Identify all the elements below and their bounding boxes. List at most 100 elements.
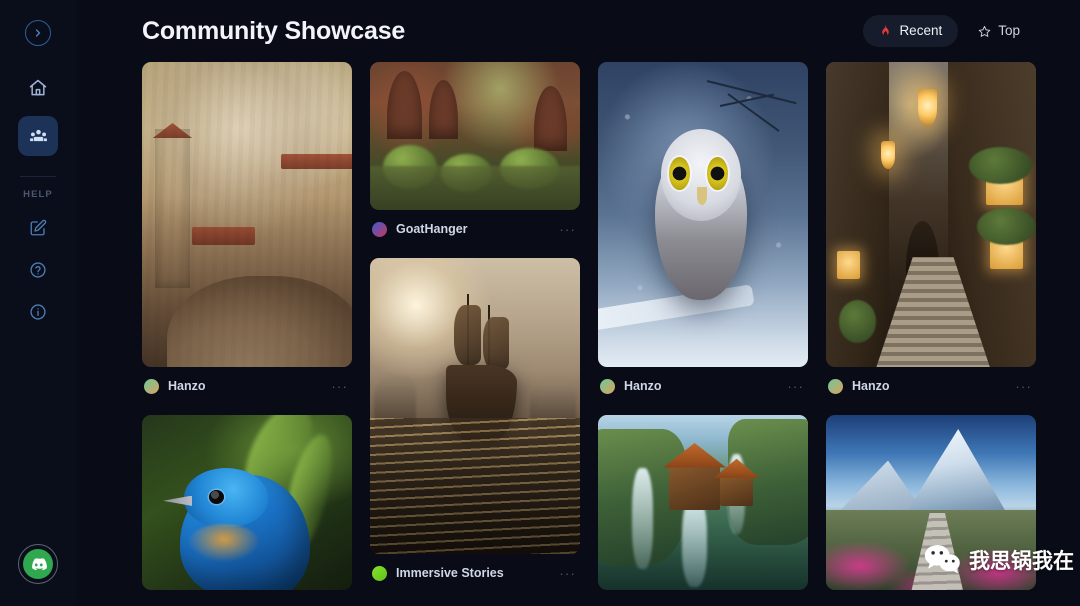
showcase-card (826, 415, 1036, 590)
discord-button[interactable] (18, 544, 58, 584)
mountain-peak-main (905, 429, 1007, 513)
showcase-card: Hanzo ··· (598, 62, 808, 401)
artwork-canal (370, 62, 580, 210)
card-image-falls[interactable] (598, 415, 808, 590)
card-menu-button[interactable]: ··· (557, 563, 578, 584)
card-footer: Hanzo ··· (598, 371, 808, 401)
card-menu-button[interactable]: ··· (329, 376, 350, 397)
canal-shrub (441, 153, 492, 193)
village-tower-roof (152, 123, 193, 139)
card-footer: Immersive Stories ··· (370, 558, 580, 588)
avatar (828, 378, 843, 394)
home-icon (29, 79, 47, 96)
alley-lantern (918, 89, 938, 127)
canal-arch (533, 85, 568, 151)
sidebar-item-about[interactable] (22, 296, 54, 328)
card-author: Hanzo (168, 379, 206, 393)
chevron-right-icon (35, 29, 41, 37)
ship-hull (445, 364, 517, 442)
artwork-falls (598, 415, 808, 590)
showcase-grid: Hanzo ··· GoatHanger ··· Immersive Stori… (76, 62, 1080, 606)
owl-eye-right (707, 156, 729, 191)
village-house-mid (197, 239, 252, 337)
sidebar-help-label: HELP (23, 189, 53, 200)
falls-waterfall (631, 467, 653, 569)
card-menu-button[interactable]: ··· (785, 376, 806, 397)
sidebar-item-home[interactable] (18, 68, 58, 108)
sidebar-item-community[interactable] (18, 116, 58, 156)
showcase-card: Hanzo ··· (142, 62, 352, 401)
community-icon (29, 129, 47, 141)
card-image-ship[interactable] (370, 258, 580, 554)
sidebar-item-help[interactable] (22, 254, 54, 286)
app-root: HELP Community Showcase Recent Top Hanzo… (0, 0, 1080, 606)
star-icon (978, 25, 991, 37)
sort-option-top[interactable]: Top (962, 15, 1036, 47)
showcase-card (142, 415, 352, 590)
card-author: Hanzo (852, 379, 890, 393)
discord-icon (32, 557, 47, 571)
alley-lantern (880, 141, 896, 169)
village-tower (155, 129, 191, 288)
bird-head (184, 467, 268, 527)
card-image-mountain[interactable] (826, 415, 1036, 590)
bird-beak (163, 495, 193, 506)
village-house-right (285, 166, 352, 337)
page-header: Community Showcase Recent Top (76, 0, 1080, 62)
sidebar-collapse-button[interactable] (25, 20, 51, 46)
canal-shrub (500, 147, 559, 190)
masonry-column-4: Hanzo ··· (826, 62, 1036, 604)
avatar (372, 221, 387, 237)
card-image-canal[interactable] (370, 62, 580, 210)
showcase-card: Immersive Stories ··· (370, 258, 580, 588)
alley-window (836, 251, 860, 279)
masonry-column-2: GoatHanger ··· Immersive Stories ··· (370, 62, 580, 602)
falls-house (719, 474, 754, 506)
masonry-column-1: Hanzo ··· (142, 62, 352, 604)
sidebar-divider (20, 176, 56, 177)
masonry-column-3: Hanzo ··· (598, 62, 808, 604)
card-footer: Hanzo ··· (826, 371, 1036, 401)
sidebar: HELP (0, 0, 76, 606)
alley-foliage (977, 208, 1036, 245)
sidebar-item-feedback[interactable] (22, 212, 54, 244)
discord-circle (23, 549, 53, 579)
artwork-bird (142, 415, 352, 590)
ship-sail (483, 317, 509, 371)
masonry-columns: Hanzo ··· GoatHanger ··· Immersive Stori… (142, 62, 1036, 604)
canal-arch (386, 70, 423, 139)
card-image-alley[interactable] (826, 62, 1036, 367)
card-image-owl[interactable] (598, 62, 808, 367)
bird-belly (188, 523, 260, 562)
canal-shrub (382, 144, 438, 190)
card-footer: GoatHanger ··· (370, 214, 580, 244)
artwork-alley (826, 62, 1036, 367)
sort-option-recent[interactable]: Recent (863, 15, 959, 47)
avatar (600, 378, 615, 394)
flame-icon (882, 25, 890, 36)
avatar (144, 378, 159, 394)
falls-house (669, 464, 720, 510)
village-roof-right (280, 153, 352, 169)
showcase-card: Hanzo ··· (826, 62, 1036, 401)
card-menu-button[interactable]: ··· (557, 219, 578, 240)
canal-arch (428, 79, 459, 139)
village-roof-mid (192, 226, 256, 245)
ship-cliff-left (374, 376, 417, 430)
question-circle-icon (30, 262, 46, 278)
card-image-village[interactable] (142, 62, 352, 367)
page-title: Community Showcase (142, 16, 406, 45)
village-house-left (142, 196, 197, 330)
artwork-ship (370, 258, 580, 554)
card-author: GoatHanger (396, 222, 468, 236)
alley-foliage (838, 299, 877, 343)
artwork-village (142, 62, 352, 367)
card-image-bird[interactable] (142, 415, 352, 590)
card-menu-button[interactable]: ··· (1013, 376, 1034, 397)
owl-branch (598, 284, 755, 331)
card-author: Hanzo (624, 379, 662, 393)
ship-sail (454, 305, 482, 365)
showcase-card: GoatHanger ··· (370, 62, 580, 244)
sort-toggle-group: Recent Top (863, 15, 1036, 47)
card-footer: Hanzo ··· (142, 371, 352, 401)
